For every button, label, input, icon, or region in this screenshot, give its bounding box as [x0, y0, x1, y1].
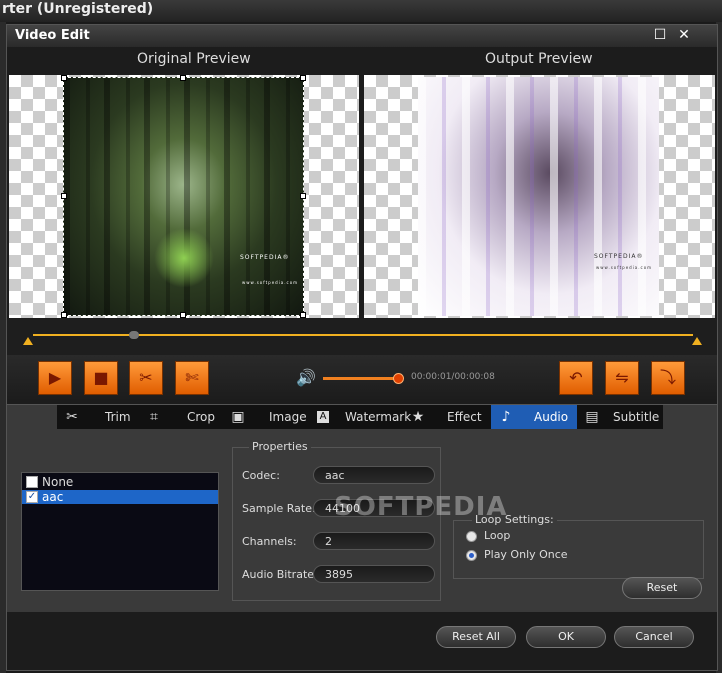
crop-handle-top[interactable]: [180, 75, 186, 81]
subtitle-icon: ▤: [585, 409, 599, 425]
output-watermark-text: SOFTPEDIA®: [594, 253, 644, 260]
image-icon: ▣: [231, 409, 245, 425]
checkbox-checked[interactable]: ✓: [26, 491, 38, 503]
audio-bitrate-label: Audio Bitrate:: [242, 568, 318, 581]
softpedia-watermark: SOFTPEDIA: [334, 492, 508, 522]
crop-handle-top-right[interactable]: [300, 75, 306, 81]
output-preview-label: Output Preview: [485, 51, 593, 67]
play-once-radio[interactable]: [466, 550, 477, 561]
audio-bitrate-field[interactable]: 3895: [313, 565, 435, 583]
tab-crop[interactable]: ⌗ Crop: [139, 405, 221, 429]
loop-label[interactable]: Loop: [484, 529, 510, 542]
crop-handle-bottom[interactable]: [180, 312, 186, 318]
crop-handle-left[interactable]: [61, 193, 67, 199]
playhead[interactable]: [129, 331, 139, 339]
stop-button[interactable]: ■: [84, 361, 118, 395]
parent-window-title: rter (Unregistered): [0, 0, 722, 22]
output-watermark-url: www.softpedia.com: [596, 265, 653, 270]
frame-watermark-text: SOFTPEDIA®: [240, 254, 290, 261]
channels-label: Channels:: [242, 535, 297, 548]
channels-field[interactable]: 2: [313, 532, 435, 550]
properties-title: Properties: [249, 440, 311, 453]
star-icon: ★: [411, 409, 425, 425]
video-edit-dialog: Video Edit ☐ ✕ Original Preview Output P…: [6, 24, 718, 671]
loop-settings-group: Loop Settings: Loop Play Only Once: [453, 513, 704, 579]
maximize-button[interactable]: ☐: [651, 28, 669, 43]
reset-button[interactable]: Reset: [622, 577, 702, 599]
scissors-icon: ✂: [139, 368, 153, 387]
tab-trim[interactable]: ✂ Trim: [57, 405, 135, 429]
rotate-icon: ⤵: [659, 368, 676, 387]
forest-image-effect: [418, 77, 659, 316]
play-button[interactable]: ▶: [38, 361, 72, 395]
original-video-frame[interactable]: SOFTPEDIA® www.softpedia.com: [63, 77, 304, 316]
volume-slider[interactable]: [323, 377, 397, 380]
end-marker[interactable]: [692, 337, 702, 345]
split-icon: ✄: [185, 368, 199, 387]
ok-button[interactable]: OK: [526, 626, 606, 648]
properties-group: Properties Codec: aac Sample Rate: 44100…: [232, 440, 441, 601]
undo-icon: ↶: [569, 368, 583, 387]
stop-icon: ■: [93, 368, 109, 387]
tab-effect[interactable]: ★ Effect: [403, 405, 489, 429]
music-note-icon: ♪: [501, 409, 511, 425]
flip-icon: ⇋: [615, 368, 629, 387]
frame-watermark-url: www.softpedia.com: [242, 280, 299, 285]
volume-icon[interactable]: 🔊: [296, 368, 316, 387]
cut-button[interactable]: ✂: [129, 361, 163, 395]
edit-tabs: ✂ Trim ⌗ Crop ▣ Image A Watermark ★ Effe…: [57, 405, 663, 429]
forest-light: [154, 228, 214, 288]
loop-radio[interactable]: [466, 531, 477, 542]
audio-track-list[interactable]: None ✓ aac: [21, 472, 219, 591]
original-preview-label: Original Preview: [137, 51, 251, 67]
dialog-titlebar[interactable]: Video Edit ☐ ✕: [7, 25, 717, 47]
start-marker[interactable]: [23, 337, 33, 345]
tab-image[interactable]: ▣ Image: [223, 405, 307, 429]
list-item-aac[interactable]: ✓ aac: [22, 490, 218, 504]
playback-time: 00:00:01/00:00:08: [411, 372, 495, 382]
reset-all-button[interactable]: Reset All: [436, 626, 516, 648]
flip-button[interactable]: ⇋: [605, 361, 639, 395]
sample-rate-label: Sample Rate:: [242, 502, 316, 515]
rotate-button[interactable]: ⤵: [651, 361, 685, 395]
scissors-icon: ✂: [66, 409, 78, 425]
cancel-button[interactable]: Cancel: [614, 626, 694, 648]
crop-icon: ⌗: [150, 409, 158, 425]
split-button[interactable]: ✄: [175, 361, 209, 395]
crop-handle-bottom-left[interactable]: [61, 312, 67, 318]
volume-knob[interactable]: [393, 373, 404, 384]
dialog-title: Video Edit: [15, 28, 90, 43]
output-preview: SOFTPEDIA® www.softpedia.com: [364, 75, 715, 318]
output-video-frame: SOFTPEDIA® www.softpedia.com: [418, 77, 659, 316]
crop-handle-top-left[interactable]: [61, 75, 67, 81]
codec-field[interactable]: aac: [313, 466, 435, 484]
crop-handle-bottom-right[interactable]: [300, 312, 306, 318]
playback-controls: ▶ ■ ✂ ✄ 🔊 00:00:01/00:00:08 ↶ ⇋ ⤵: [7, 355, 717, 401]
crop-handle-right[interactable]: [300, 193, 306, 199]
close-button[interactable]: ✕: [675, 28, 693, 43]
play-once-label[interactable]: Play Only Once: [484, 548, 568, 561]
undo-button[interactable]: ↶: [559, 361, 593, 395]
checkbox[interactable]: [26, 476, 38, 488]
play-icon: ▶: [48, 368, 62, 387]
tab-watermark[interactable]: A Watermark: [309, 405, 411, 429]
tab-subtitle[interactable]: ▤ Subtitle: [577, 405, 663, 429]
original-preview[interactable]: SOFTPEDIA® www.softpedia.com: [9, 75, 359, 318]
list-item-none[interactable]: None: [22, 475, 218, 489]
watermark-icon: A: [317, 411, 329, 423]
tab-audio[interactable]: ♪ Audio: [491, 405, 577, 429]
codec-label: Codec:: [242, 469, 280, 482]
